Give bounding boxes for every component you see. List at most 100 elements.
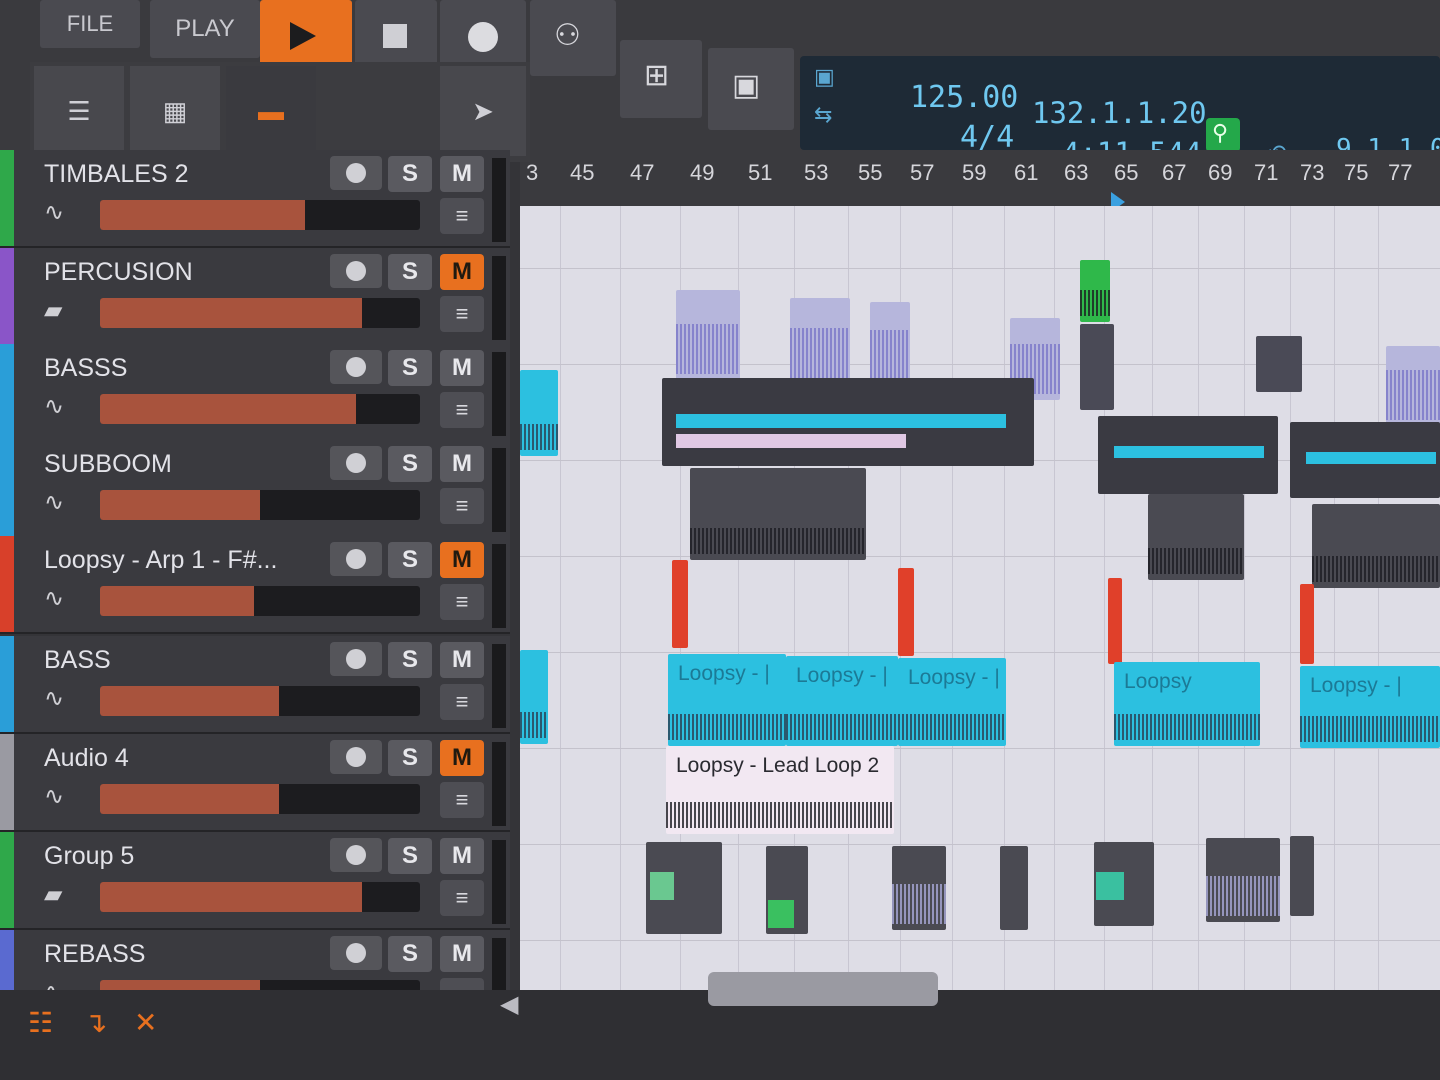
volume-fader[interactable] <box>100 200 420 230</box>
record-arm-button[interactable] <box>330 254 382 288</box>
solo-button[interactable]: S <box>388 642 432 678</box>
track-header[interactable]: Group 5 ▰ S M ≡ <box>0 832 510 930</box>
solo-button[interactable]: S <box>388 350 432 386</box>
audio-clip[interactable] <box>520 650 548 744</box>
mute-button[interactable]: M <box>440 350 484 386</box>
audio-clip[interactable] <box>790 298 850 384</box>
arrange-view-icon[interactable]: ▬ <box>226 66 316 156</box>
volume-fader[interactable] <box>100 490 420 520</box>
midi-clip[interactable] <box>1098 416 1278 494</box>
grid-view-icon[interactable]: ▦ <box>130 66 220 156</box>
record-arm-button[interactable] <box>330 740 382 774</box>
mute-button[interactable]: M <box>440 446 484 482</box>
midi-clip[interactable] <box>1094 842 1154 926</box>
midi-clip[interactable] <box>1290 422 1440 498</box>
audio-clip[interactable]: Loopsy - | <box>668 654 786 746</box>
track-menu-icon[interactable]: ≡ <box>440 782 484 818</box>
scroll-left-icon[interactable]: ◀ <box>500 990 518 1019</box>
midi-clip[interactable] <box>1290 836 1314 916</box>
audio-clip[interactable] <box>676 290 740 380</box>
solo-button[interactable]: S <box>388 542 432 578</box>
track-header[interactable]: SUBBOOM ∿ S M ≡ <box>0 440 510 538</box>
solo-button[interactable]: S <box>388 156 432 192</box>
solo-button[interactable]: S <box>388 936 432 972</box>
audio-clip[interactable] <box>520 370 558 456</box>
track-header[interactable]: BASS ∿ S M ≡ <box>0 636 510 734</box>
track-menu-icon[interactable]: ≡ <box>440 198 484 234</box>
track-header[interactable]: Loopsy - Arp 1 - F#... ∿ S M ≡ <box>0 536 510 634</box>
track-menu-icon[interactable]: ≡ <box>440 684 484 720</box>
audio-clip[interactable] <box>870 302 910 386</box>
mute-button[interactable]: M <box>440 156 484 192</box>
volume-fader[interactable] <box>100 784 420 814</box>
midi-clip[interactable] <box>1080 324 1114 410</box>
record-arm-button[interactable] <box>330 838 382 872</box>
audio-clip[interactable] <box>1206 838 1280 922</box>
track-name[interactable]: SUBBOOM <box>44 450 172 479</box>
audio-clip[interactable]: Loopsy <box>1114 662 1260 746</box>
solo-button[interactable]: S <box>388 740 432 776</box>
tempo-display[interactable]: 125.00 <box>910 80 1018 115</box>
mute-button[interactable]: M <box>440 254 484 290</box>
record-arm-button[interactable] <box>330 350 382 384</box>
track-menu-icon[interactable]: ≡ <box>440 296 484 332</box>
track-menu-icon[interactable]: ≡ <box>440 488 484 524</box>
track-header[interactable]: TIMBALES 2 ∿ S M ≡ <box>0 150 510 248</box>
volume-fader[interactable] <box>100 586 420 616</box>
mute-button[interactable]: M <box>440 740 484 776</box>
mute-button[interactable]: M <box>440 936 484 972</box>
volume-fader[interactable] <box>100 298 420 328</box>
midi-clip[interactable] <box>1256 336 1302 392</box>
audio-clip[interactable] <box>892 846 946 930</box>
record-arm-button[interactable] <box>330 446 382 480</box>
arranger-area[interactable]: Loopsy - | Loopsy - | Loopsy - | Loopsy … <box>520 206 1440 990</box>
track-name[interactable]: REBASS <box>44 940 145 969</box>
solo-button[interactable]: S <box>388 446 432 482</box>
audio-clip[interactable] <box>1312 504 1440 588</box>
track-name[interactable]: PERCUSION <box>44 258 193 287</box>
metronome-button[interactable]: ⚲ <box>1206 118 1240 152</box>
mute-button[interactable]: M <box>440 542 484 578</box>
volume-fader[interactable] <box>100 394 420 424</box>
audio-clip[interactable] <box>1080 260 1110 322</box>
down-arrow-icon[interactable]: ↴ <box>84 1006 107 1039</box>
track-menu-icon[interactable]: ≡ <box>440 392 484 428</box>
audio-clip[interactable] <box>690 468 866 560</box>
volume-fader[interactable] <box>100 686 420 716</box>
track-name[interactable]: Loopsy - Arp 1 - F#... <box>44 546 277 575</box>
midi-clip[interactable] <box>646 842 722 934</box>
audio-clip[interactable]: Loopsy - | <box>1300 666 1440 748</box>
tracks-icon[interactable]: ☷ <box>28 1006 53 1039</box>
record-arm-button[interactable] <box>330 542 382 576</box>
mixer-button[interactable]: ▣ <box>708 48 794 130</box>
solo-button[interactable]: S <box>388 254 432 290</box>
timeline-ruler[interactable]: 3 45 47 49 51 53 55 57 59 61 63 65 67 69… <box>520 150 1440 206</box>
mute-button[interactable]: M <box>440 838 484 874</box>
audio-clip[interactable]: Loopsy - | <box>898 658 1006 746</box>
audio-clip[interactable] <box>672 560 688 648</box>
audio-clip[interactable] <box>1108 578 1122 664</box>
track-name[interactable]: Audio 4 <box>44 744 129 773</box>
midi-clip[interactable] <box>662 378 1034 466</box>
close-icon[interactable]: ✕ <box>134 1006 157 1039</box>
audio-clip[interactable] <box>898 568 914 656</box>
volume-fader[interactable] <box>100 882 420 912</box>
file-menu[interactable]: FILE <box>40 0 140 48</box>
audio-clip[interactable] <box>1148 494 1244 580</box>
track-header[interactable]: PERCUSION ▰ S M ≡ <box>0 248 510 346</box>
track-menu-icon[interactable]: ≡ <box>440 584 484 620</box>
track-name[interactable]: TIMBALES 2 <box>44 160 189 189</box>
track-header[interactable]: Audio 4 ∿ S M ≡ <box>0 734 510 832</box>
track-name[interactable]: BASS <box>44 646 111 675</box>
track-header[interactable]: BASSS ∿ S M ≡ <box>0 344 510 442</box>
record-arm-button[interactable] <box>330 156 382 190</box>
record-arm-button[interactable] <box>330 642 382 676</box>
audio-clip[interactable]: Loopsy - Lead Loop 2 <box>666 746 894 834</box>
midi-clip[interactable] <box>766 846 808 934</box>
track-name[interactable]: BASSS <box>44 354 127 383</box>
horizontal-scrollbar[interactable] <box>708 972 938 1006</box>
position-display[interactable]: 132.1.1.20 <box>1032 96 1207 130</box>
track-menu-icon[interactable]: ≡ <box>440 880 484 916</box>
mute-button[interactable]: M <box>440 642 484 678</box>
record-arm-button[interactable] <box>330 936 382 970</box>
